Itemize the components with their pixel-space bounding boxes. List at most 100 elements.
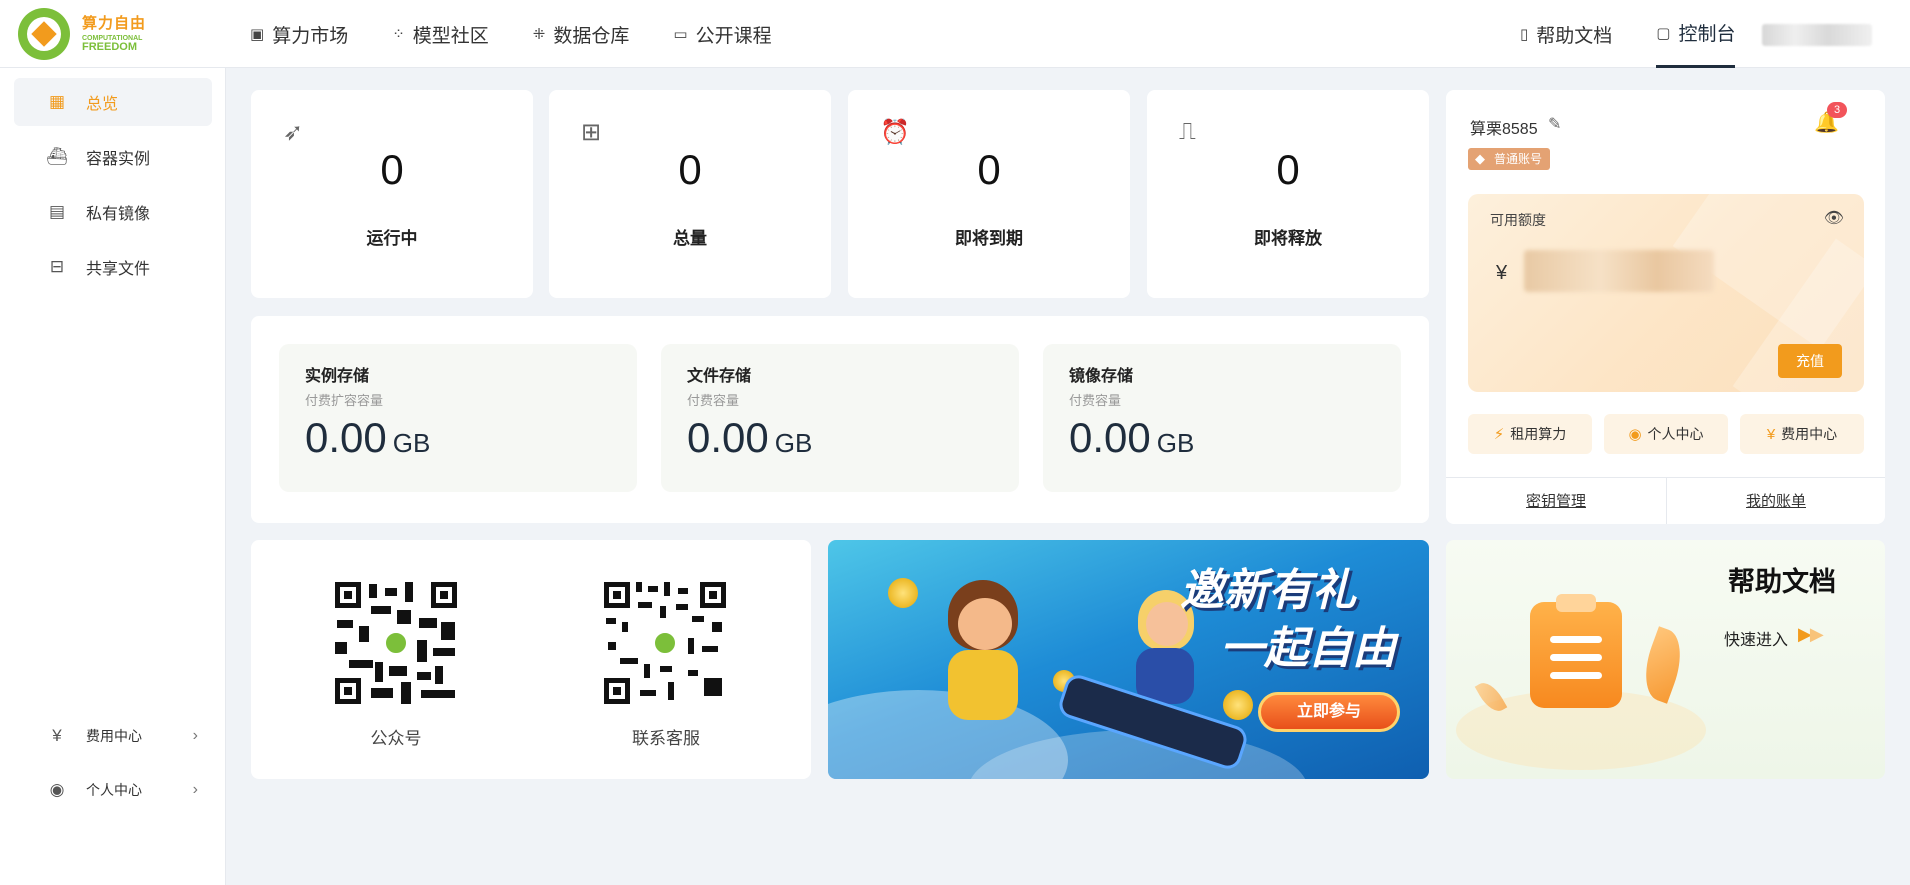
brand-name-en-2: FREEDOM xyxy=(82,40,137,53)
user-circle-icon: ◉ xyxy=(1628,426,1642,443)
chevron-right-icon: › xyxy=(192,727,198,744)
nav-label: 公开课程 xyxy=(695,25,772,47)
stat-value: 0 xyxy=(380,146,404,193)
recharge-button[interactable]: 充值 xyxy=(1778,344,1842,378)
storage-instance: 实例存储 付费扩容容量 0.00 GB xyxy=(279,344,637,492)
clipboard-line xyxy=(1550,636,1602,643)
cpu-icon: ⊞ xyxy=(581,119,602,146)
main-nav: ▣ 算力市场 ⁘ 模型社区 ⁜ 数据仓库 ▭ 公开课程 xyxy=(250,0,816,68)
edit-icon[interactable]: ✎ xyxy=(1548,114,1561,134)
quick-label: 租用算力 xyxy=(1510,426,1567,442)
character-boy-body xyxy=(948,650,1018,720)
quick-personal-center[interactable]: ◉ 个人中心 xyxy=(1604,414,1728,454)
storage-title: 文件存储 xyxy=(687,368,752,385)
quick-rent-compute[interactable]: ⚡ 租用算力 xyxy=(1468,414,1592,454)
qr-logo-icon xyxy=(383,630,409,656)
join-now-button[interactable]: 立即参与 xyxy=(1258,692,1400,732)
stat-value: 0 xyxy=(1276,146,1300,193)
stat-card-total[interactable]: ⊞ 0 总量 xyxy=(549,90,831,298)
monitor-icon: ▢ xyxy=(1656,24,1671,42)
stat-value: 0 xyxy=(977,146,1001,193)
storage-unit: GB xyxy=(1156,428,1195,458)
sidebar-item-shared-files[interactable]: ⊟ 共享文件 xyxy=(14,243,212,291)
sidebar-item-label: 共享文件 xyxy=(86,261,151,278)
shredder-icon: ⎍ xyxy=(1179,118,1196,145)
user-menu-blurred[interactable] xyxy=(1762,24,1872,46)
rocket-icon: ➶ xyxy=(283,119,304,146)
nav-label: 控制台 xyxy=(1678,24,1736,45)
storage-value: 0.00 xyxy=(687,414,769,461)
nav-data-warehouse[interactable]: ⁜ 数据仓库 xyxy=(533,0,630,68)
qr-label-customer-service: 联系客服 xyxy=(632,729,700,748)
coin-icon xyxy=(888,578,918,608)
sidebar-item-private-images[interactable]: ▤ 私有镜像 xyxy=(14,188,212,236)
nav-compute-market[interactable]: ▣ 算力市场 xyxy=(250,0,348,68)
clipboard-line xyxy=(1550,672,1602,679)
nav-open-courses[interactable]: ▭ 公开课程 xyxy=(673,0,771,68)
stat-label: 运行中 xyxy=(366,229,418,248)
storage-value-row: 0.00 GB xyxy=(687,414,812,462)
sidebar-item-label: 个人中心 xyxy=(86,782,142,798)
nav-model-community[interactable]: ⁘ 模型社区 xyxy=(392,0,489,68)
chevron-right-icon: › xyxy=(192,781,198,798)
qr-code-customer-service xyxy=(604,582,726,704)
notification-badge: 3 xyxy=(1827,102,1847,118)
sidebar-item-personal-center[interactable]: ◉ 个人中心 › xyxy=(14,766,212,814)
sidebar-item-billing-center[interactable]: ¥ 费用中心 › xyxy=(14,712,212,760)
quick-billing-center[interactable]: ¥ 费用中心 xyxy=(1740,414,1864,454)
storage-file: 文件存储 付费容量 0.00 GB xyxy=(661,344,1019,492)
stat-label: 总量 xyxy=(673,229,707,248)
nav-label: 帮助文档 xyxy=(1536,25,1613,47)
lightning-icon: ⚡ xyxy=(1493,426,1505,443)
account-type-label: 普通账号 xyxy=(1494,152,1543,166)
stat-card-running[interactable]: ➶ 0 运行中 xyxy=(251,90,533,298)
balance-label: 可用额度 xyxy=(1490,212,1546,228)
character-boy-face xyxy=(958,598,1012,650)
my-bills-link[interactable]: 我的账单 xyxy=(1666,490,1886,511)
qr-code-official-account xyxy=(335,582,457,704)
sidebar-item-overview[interactable]: ▦ 总览 xyxy=(14,78,212,126)
logo-mark-icon xyxy=(18,8,70,60)
promo-banner[interactable]: 邀新有礼 一起自由 立即参与 xyxy=(828,540,1429,779)
nav-console[interactable]: ▢ 控制台 xyxy=(1656,0,1736,68)
currency-symbol: ¥ xyxy=(1496,262,1508,284)
eye-icon[interactable]: 👁 xyxy=(1824,208,1844,228)
drive-icon: ⊟ xyxy=(49,257,65,276)
play-arrows-icon: ▶▶ xyxy=(1798,624,1824,644)
key-management-link[interactable]: 密钥管理 xyxy=(1446,490,1666,511)
nav-label: 数据仓库 xyxy=(553,25,630,47)
storage-subtitle: 付费容量 xyxy=(687,393,740,408)
banner-title-1: 邀新有礼 xyxy=(1180,566,1356,615)
user-circle-icon: ◉ xyxy=(49,780,65,799)
network-icon: ⁜ xyxy=(532,26,546,43)
dots-grid-icon: ⁘ xyxy=(392,26,405,43)
storage-value: 0.00 xyxy=(305,414,387,461)
nav-label: 模型社区 xyxy=(412,25,489,47)
nav-help-docs[interactable]: ▯ 帮助文档 xyxy=(1520,0,1612,68)
stat-value: 0 xyxy=(678,146,702,193)
book-icon: ▯ xyxy=(1520,26,1529,43)
qr-logo-icon xyxy=(652,630,678,656)
stat-card-expiring[interactable]: ⏰ 0 即将到期 xyxy=(848,90,1130,298)
quick-label: 个人中心 xyxy=(1647,426,1704,442)
bill-icon: ¥ xyxy=(1766,425,1776,443)
storage-title: 镜像存储 xyxy=(1069,368,1134,385)
stat-card-releasing[interactable]: ⎍ 0 即将释放 xyxy=(1147,90,1429,298)
container-ship-icon: ⛴ xyxy=(46,147,68,166)
balance-amount-blurred xyxy=(1524,250,1714,292)
quick-enter-link[interactable]: 快速进入 xyxy=(1724,626,1788,650)
account-type-badge: 普通账号 xyxy=(1468,148,1551,170)
sidebar-item-container-instances[interactable]: ⛴ 容器实例 xyxy=(14,133,212,181)
dashboard-icon: ▦ xyxy=(48,92,66,111)
storage-title: 实例存储 xyxy=(305,368,370,385)
sidebar-item-label: 总览 xyxy=(86,96,119,113)
storage-value: 0.00 xyxy=(1069,414,1151,461)
help-title: 帮助文档 xyxy=(1728,567,1836,597)
qr-label-official-account: 公众号 xyxy=(370,729,422,748)
brand-logo[interactable]: 算力自由 COMPUTATIONAL FREEDOM xyxy=(18,8,146,60)
help-docs-card[interactable]: 帮助文档 快速进入 ▶▶ xyxy=(1446,540,1885,779)
storage-unit: GB xyxy=(392,428,431,458)
sidebar: ▦ 总览 ⛴ 容器实例 ▤ 私有镜像 ⊟ 共享文件 ¥ 费用中心 › ◉ 个人中心 › xyxy=(0,68,226,885)
top-bar: 算力自由 COMPUTATIONAL FREEDOM ▣ 算力市场 ⁘ 模型社区 ⁜… xyxy=(0,0,1910,68)
storage-subtitle: 付费容量 xyxy=(1069,393,1122,408)
